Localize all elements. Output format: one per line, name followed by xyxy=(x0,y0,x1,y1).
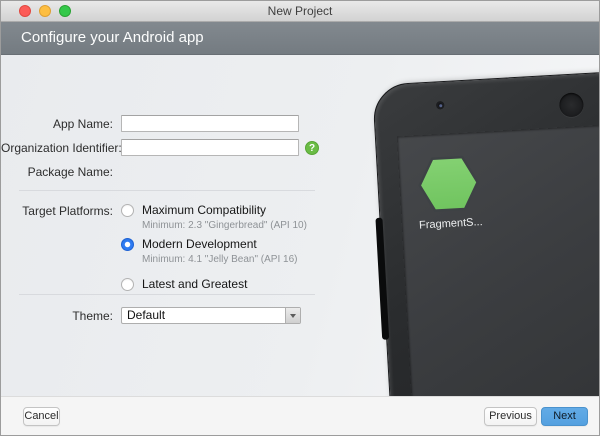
theme-row: Theme: Default xyxy=(1,306,347,325)
theme-label: Theme: xyxy=(1,309,113,323)
wizard-content: App Name: Organization Identifier: ? Pac… xyxy=(1,55,600,398)
package-name-row: Package Name: xyxy=(1,164,347,180)
platform-option-description: Minimum: 2.3 "Gingerbread" (API 10) xyxy=(142,220,307,231)
target-platforms-label: Target Platforms: xyxy=(1,201,113,291)
app-name-row: App Name: xyxy=(1,114,347,133)
device-preview: FragmentS... xyxy=(372,67,600,398)
radio-selected-icon[interactable] xyxy=(121,238,134,251)
next-button[interactable]: Next xyxy=(541,407,588,426)
theme-dropdown[interactable]: Default xyxy=(121,307,301,324)
platform-option-max-compat[interactable]: Maximum Compatibility Minimum: 2.3 "Ging… xyxy=(121,203,307,237)
new-project-dialog: New Project Configure your Android app A… xyxy=(0,0,600,436)
app-name-label: App Name: xyxy=(1,117,113,131)
platform-option-description: Minimum: 4.1 "Jelly Bean" (API 16) xyxy=(142,254,307,265)
package-name-label: Package Name: xyxy=(1,165,113,179)
cancel-button[interactable]: Cancel xyxy=(23,407,60,426)
divider xyxy=(19,294,315,295)
app-hexagon-icon xyxy=(416,154,481,213)
chevron-down-icon xyxy=(290,314,296,318)
app-name-preview: FragmentS... xyxy=(410,216,493,233)
divider xyxy=(19,190,315,191)
platform-option-modern-dev[interactable]: Modern Development Minimum: 4.1 "Jelly B… xyxy=(121,237,307,271)
earpiece-speaker-icon xyxy=(559,92,584,117)
page-title: Configure your Android app xyxy=(21,22,204,54)
title-bar: New Project xyxy=(1,1,599,22)
volume-button xyxy=(375,218,389,340)
device-screen: FragmentS... xyxy=(397,119,600,398)
organization-identifier-row: Organization Identifier: ? xyxy=(1,138,347,157)
platform-option-latest[interactable]: Latest and Greatest xyxy=(121,277,307,291)
dialog-footer: Cancel Previous Next xyxy=(1,396,599,435)
organization-identifier-input[interactable] xyxy=(121,139,299,156)
radio-icon[interactable] xyxy=(121,278,134,291)
wizard-header: Configure your Android app xyxy=(1,22,599,55)
window-title: New Project xyxy=(1,1,599,21)
radio-icon[interactable] xyxy=(121,204,134,217)
app-name-input[interactable] xyxy=(121,115,299,132)
help-icon[interactable]: ? xyxy=(305,141,319,155)
front-camera-icon xyxy=(436,101,444,109)
previous-button[interactable]: Previous xyxy=(484,407,537,426)
dropdown-button[interactable] xyxy=(285,308,300,323)
theme-selected-value: Default xyxy=(127,308,165,322)
organization-identifier-label: Organization Identifier: xyxy=(1,141,113,155)
target-platforms-group: Target Platforms: Maximum Compatibility … xyxy=(1,201,347,291)
